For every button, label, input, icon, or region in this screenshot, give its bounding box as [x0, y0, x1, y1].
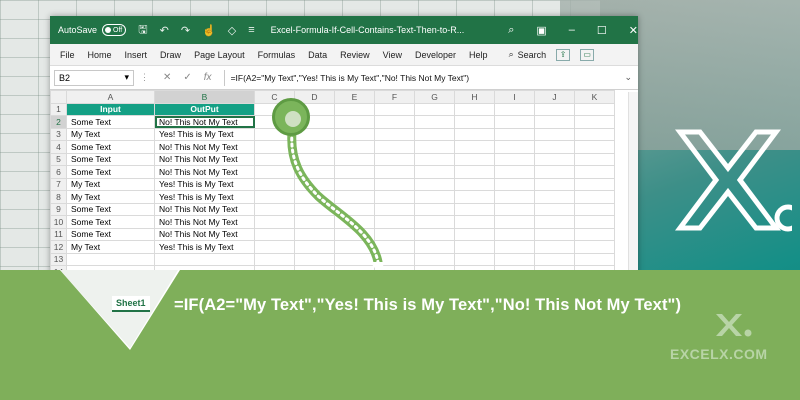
banner-formula-text: =IF(A2="My Text","Yes! This is My Text",…: [174, 296, 682, 314]
banner-notch: [60, 270, 180, 350]
sheet-tab-sheet1[interactable]: Sheet1: [112, 296, 150, 312]
highlight-circle: [272, 98, 310, 136]
dotted-arrow-path: [287, 127, 383, 267]
highlight-circle-center: [285, 111, 301, 127]
brand-name: EXCELX.COM: [670, 346, 768, 362]
excelx-logo-icon: [675, 129, 792, 232]
excelx-small-logo-icon: [716, 314, 752, 337]
